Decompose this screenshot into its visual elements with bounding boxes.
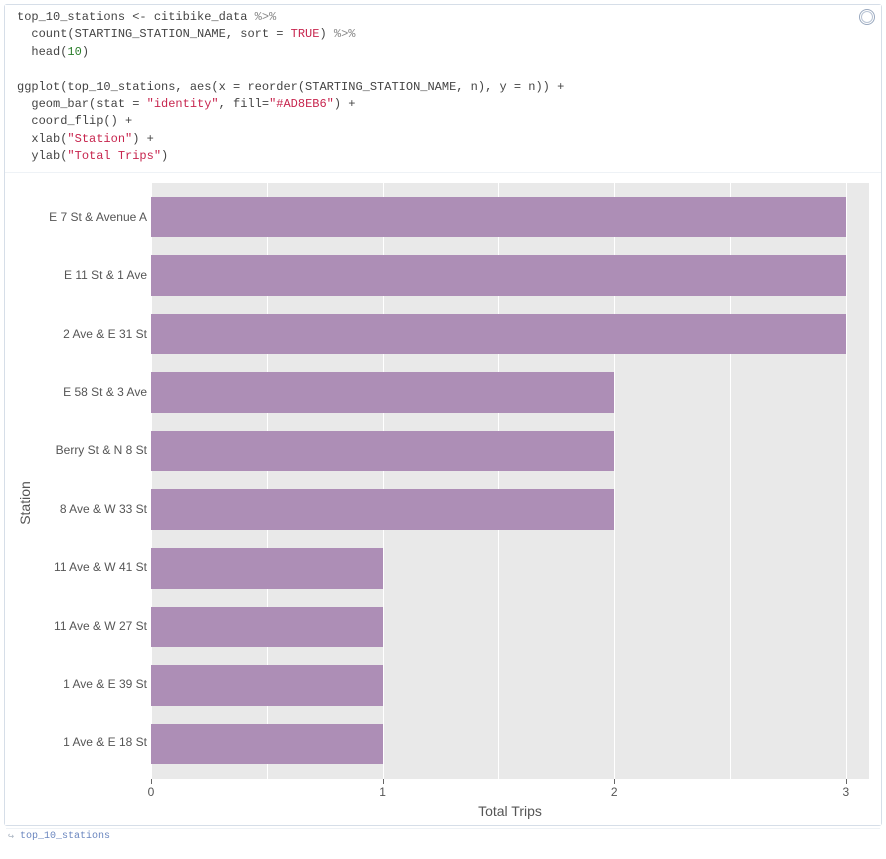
x-tick-mark — [151, 779, 152, 784]
bar — [151, 607, 383, 648]
y-tick-label: 11 Ave & W 41 St — [54, 560, 147, 574]
y-tick: Berry St & N 8 St — [33, 430, 151, 470]
output-variable-name[interactable]: top_10_stations — [20, 831, 110, 842]
y-tick: 8 Ave & W 33 St — [33, 489, 151, 529]
x-tick-mark — [614, 779, 615, 784]
bar-row — [151, 548, 869, 589]
code-line: top_10_stations <- citibike_data %>% — [17, 10, 276, 24]
x-tick-label: 1 — [379, 785, 386, 799]
bar — [151, 372, 614, 413]
y-tick: 1 Ave & E 18 St — [33, 722, 151, 762]
bar — [151, 724, 383, 765]
plot-column: 0 1 2 3 Total Trips — [151, 183, 869, 823]
y-axis-ticks-column: E 7 St & Avenue A E 11 St & 1 Ave 2 Ave & … — [33, 183, 151, 823]
bar-row — [151, 314, 869, 355]
bar — [151, 548, 383, 589]
bar — [151, 197, 846, 238]
y-tick-label: Berry St & N 8 St — [56, 443, 147, 457]
notebook-cell: top_10_stations <- citibike_data %>% cou… — [4, 4, 882, 826]
x-tick-label: 2 — [611, 785, 618, 799]
y-tick-label: E 7 St & Avenue A — [49, 210, 147, 224]
y-tick: 11 Ave & W 27 St — [33, 605, 151, 645]
chart: Station E 7 St & Avenue A E 11 St & 1 Ave… — [17, 183, 869, 823]
code-line: geom_bar(stat = "identity", fill="#AD8EB… — [17, 97, 355, 111]
code-input[interactable]: top_10_stations <- citibike_data %>% cou… — [5, 5, 881, 173]
x-tick-label: 0 — [148, 785, 155, 799]
x-axis: 0 1 2 3 — [151, 779, 869, 801]
bar-row — [151, 372, 869, 413]
bar — [151, 431, 614, 472]
y-tick-label: 1 Ave & E 39 St — [63, 677, 147, 691]
x-axis-label: Total Trips — [151, 801, 869, 823]
bar — [151, 255, 846, 296]
code-line: head(10) — [17, 45, 89, 59]
x-tick-mark — [846, 779, 847, 784]
bar — [151, 314, 846, 355]
y-tick: E 7 St & Avenue A — [33, 197, 151, 237]
plot-panel — [151, 183, 869, 779]
cell-status-icon — [859, 9, 875, 25]
y-tick-label: 11 Ave & W 27 St — [54, 619, 147, 633]
y-tick: 2 Ave & E 31 St — [33, 313, 151, 353]
y-tick-label: E 58 St & 3 Ave — [63, 385, 147, 399]
output-arrow-icon: ↪ — [8, 831, 14, 843]
code-line: ggplot(top_10_stations, aes(x = reorder(… — [17, 80, 564, 94]
bar-row — [151, 197, 869, 238]
y-axis-label-column: Station — [17, 183, 33, 823]
code-line: count(STARTING_STATION_NAME, sort = TRUE… — [17, 27, 355, 41]
y-tick: E 58 St & 3 Ave — [33, 372, 151, 412]
code-line: ylab("Total Trips") — [17, 149, 168, 163]
code-line: xlab("Station") + — [17, 132, 154, 146]
bar — [151, 665, 383, 706]
code-line: coord_flip() + — [17, 114, 132, 128]
cell-output: Station E 7 St & Avenue A E 11 St & 1 Ave… — [5, 173, 881, 825]
bar-row — [151, 607, 869, 648]
bar-row — [151, 431, 869, 472]
bar-row — [151, 724, 869, 765]
y-tick-label: 8 Ave & W 33 St — [60, 502, 147, 516]
bar-row — [151, 489, 869, 530]
y-tick-label: 1 Ave & E 18 St — [63, 735, 147, 749]
y-tick-label: E 11 St & 1 Ave — [64, 268, 147, 282]
y-tick-label: 2 Ave & E 31 St — [63, 327, 147, 341]
bar — [151, 489, 614, 530]
x-tick-label: 3 — [842, 785, 849, 799]
y-tick: 1 Ave & E 39 St — [33, 664, 151, 704]
x-tick-mark — [383, 779, 384, 784]
y-tick: E 11 St & 1 Ave — [33, 255, 151, 295]
bar-row — [151, 255, 869, 296]
output-variable-footer: ↪ top_10_stations — [6, 828, 880, 845]
bar-row — [151, 665, 869, 706]
y-axis-label: Station — [17, 481, 33, 525]
y-tick: 11 Ave & W 41 St — [33, 547, 151, 587]
